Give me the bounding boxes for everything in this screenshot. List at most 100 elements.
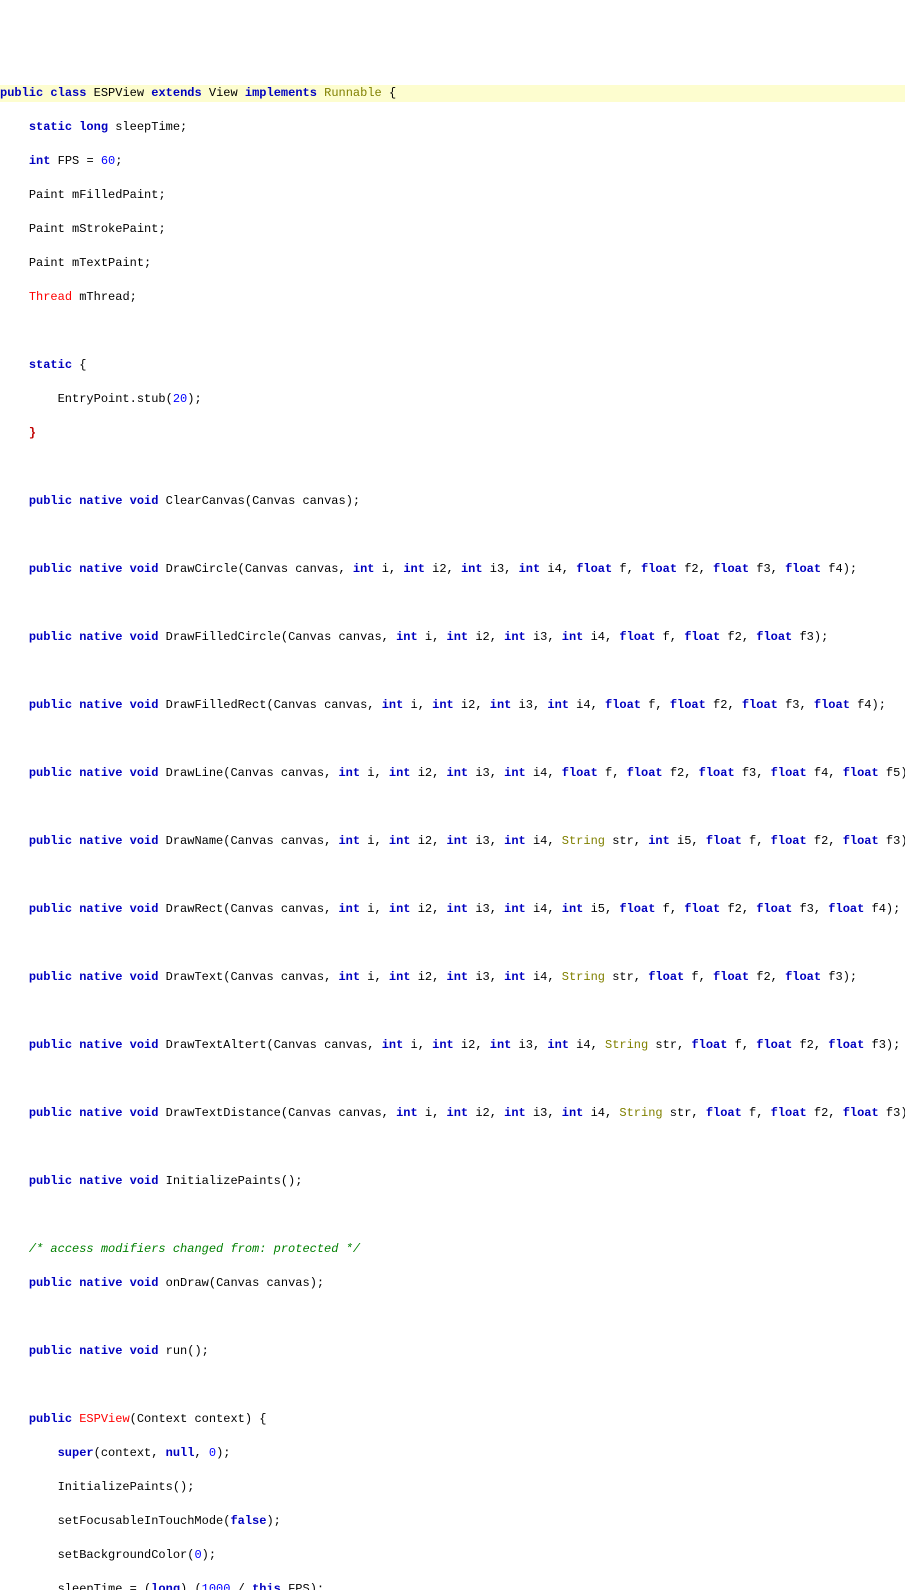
type-name: Paint (29, 188, 65, 202)
identifier: sleepTime (58, 1582, 123, 1590)
code-line[interactable] (0, 731, 905, 748)
field-name: mFilledPaint (72, 188, 158, 202)
cast-expr: (long) (1000 / this.FPS) (144, 1582, 317, 1590)
code-line[interactable]: Thread mThread; (0, 289, 905, 306)
code-line[interactable] (0, 1207, 905, 1224)
code-line[interactable] (0, 595, 905, 612)
number-literal: 20 (173, 392, 187, 406)
modifiers: public native void (29, 834, 159, 848)
comment: /* access modifiers changed from: protec… (29, 1242, 360, 1256)
code-line[interactable] (0, 1309, 905, 1326)
semicolon: ; (130, 290, 137, 304)
params: Canvas canvas, int i, int i2, int i3, in… (230, 970, 842, 984)
code-line[interactable]: Paint mTextPaint; (0, 255, 905, 272)
code-line[interactable]: public native void ClearCanvas(Canvas ca… (0, 493, 905, 510)
code-line[interactable]: super(context, null, 0); (0, 1445, 905, 1462)
code-line[interactable]: public native void InitializePaints(); (0, 1173, 905, 1190)
modifiers: public native void (29, 698, 159, 712)
keyword-extends: extends (151, 86, 201, 100)
code-line[interactable]: int FPS = 60; (0, 153, 905, 170)
code-line[interactable] (0, 527, 905, 544)
code-line[interactable]: public native void DrawLine(Canvas canva… (0, 765, 905, 782)
code-line[interactable]: setFocusableInTouchMode(false); (0, 1513, 905, 1530)
code-line[interactable]: } (0, 425, 905, 442)
code-line[interactable]: static { (0, 357, 905, 374)
code-line[interactable]: public native void DrawFilledCircle(Canv… (0, 629, 905, 646)
code-line[interactable]: public native void DrawName(Canvas canva… (0, 833, 905, 850)
code-line[interactable]: Paint mFilledPaint; (0, 187, 905, 204)
method-name: run (166, 1344, 188, 1358)
code-line[interactable]: sleepTime = (long) (1000 / this.FPS); (0, 1581, 905, 1590)
modifiers: int (29, 154, 51, 168)
code-line[interactable]: InitializePaints(); (0, 1479, 905, 1496)
code-line[interactable] (0, 323, 905, 340)
class-name: ESPView (94, 86, 144, 100)
modifiers: public native void (29, 1276, 159, 1290)
method-call: EntryPoint.stub (58, 392, 166, 406)
code-line[interactable] (0, 1139, 905, 1156)
code-line[interactable] (0, 799, 905, 816)
semicolon: ; (115, 154, 122, 168)
code-line[interactable]: static long sleepTime; (0, 119, 905, 136)
code-line[interactable]: public native void onDraw(Canvas canvas)… (0, 1275, 905, 1292)
parent-class: View (209, 86, 238, 100)
method-call: InitializePaints (58, 1480, 173, 1494)
equals: = (130, 1582, 137, 1590)
method-name: onDraw (166, 1276, 209, 1290)
method-name: ClearCanvas (166, 494, 245, 508)
keyword-static: static (29, 358, 72, 372)
number-literal: 60 (101, 154, 115, 168)
code-line[interactable]: public native void run(); (0, 1343, 905, 1360)
method-name: DrawLine (166, 766, 224, 780)
code-line[interactable] (0, 663, 905, 680)
method-name: DrawCircle (166, 562, 238, 576)
brace-close: } (29, 426, 36, 440)
brace-open: { (259, 1412, 266, 1426)
params: Canvas canvas, int i, int i2, int i3, in… (274, 1038, 886, 1052)
modifiers: public native void (29, 1174, 159, 1188)
modifiers: static long (29, 120, 108, 134)
code-line[interactable]: public native void DrawTextAltert(Canvas… (0, 1037, 905, 1054)
method-name: DrawRect (166, 902, 224, 916)
modifiers: public native void (29, 494, 159, 508)
field-name: mTextPaint (72, 256, 144, 270)
code-line[interactable] (0, 1377, 905, 1394)
code-line[interactable]: public native void DrawText(Canvas canva… (0, 969, 905, 986)
params: Canvas canvas, int i, int i2, int i3, in… (230, 834, 900, 848)
modifiers: public native void (29, 970, 159, 984)
modifiers: public native void (29, 1344, 159, 1358)
params: Canvas canvas, int i, int i2, int i3, in… (230, 766, 900, 780)
code-line[interactable]: public native void DrawCircle(Canvas can… (0, 561, 905, 578)
brace-open: { (79, 358, 86, 372)
modifiers: public native void (29, 562, 159, 576)
keyword-implements: implements (245, 86, 317, 100)
code-line[interactable]: setBackgroundColor(0); (0, 1547, 905, 1564)
method-name: DrawText (166, 970, 224, 984)
code-line[interactable]: Paint mStrokePaint; (0, 221, 905, 238)
semicolon: ; (158, 188, 165, 202)
code-editor-content[interactable]: public class ESPView extends View implem… (0, 68, 905, 1590)
code-line[interactable]: public native void DrawRect(Canvas canva… (0, 901, 905, 918)
code-line[interactable]: public class ESPView extends View implem… (0, 85, 905, 102)
method-name: DrawName (166, 834, 224, 848)
brace-open: { (389, 86, 396, 100)
params: Canvas canvas (252, 494, 346, 508)
params: Canvas canvas, int i, int i2, int i3, in… (288, 1106, 900, 1120)
code-line[interactable] (0, 867, 905, 884)
code-line[interactable] (0, 1071, 905, 1088)
modifiers: public native void (29, 1038, 159, 1052)
number-literal: 0 (194, 1548, 201, 1562)
code-line[interactable]: /* access modifiers changed from: protec… (0, 1241, 905, 1258)
code-line[interactable]: public ESPView(Context context) { (0, 1411, 905, 1428)
boolean-literal: false (230, 1514, 266, 1528)
code-line[interactable]: public native void DrawTextDistance(Canv… (0, 1105, 905, 1122)
code-line[interactable] (0, 459, 905, 476)
method-name: InitializePaints (166, 1174, 281, 1188)
code-line[interactable]: public native void DrawFilledRect(Canvas… (0, 697, 905, 714)
params: Canvas canvas (216, 1276, 310, 1290)
semicolon: ; (180, 120, 187, 134)
code-line[interactable] (0, 935, 905, 952)
params: Canvas canvas, int i, int i2, int i3, in… (274, 698, 872, 712)
code-line[interactable]: EntryPoint.stub(20); (0, 391, 905, 408)
code-line[interactable] (0, 1003, 905, 1020)
